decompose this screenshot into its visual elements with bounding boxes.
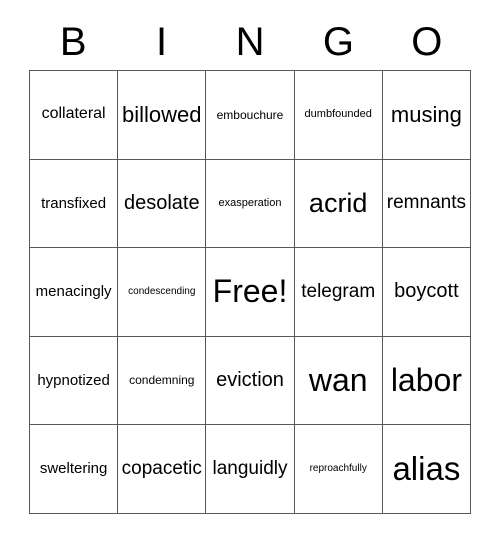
bingo-cell[interactable]: collateral bbox=[30, 71, 119, 160]
bingo-cell[interactable]: dumbfounded bbox=[294, 71, 383, 160]
bingo-header-letter-o: O bbox=[411, 20, 443, 64]
bingo-cell-label: dumbfounded bbox=[304, 108, 372, 121]
bingo-cell-label: musing bbox=[390, 102, 462, 128]
bingo-free-space-label: Free! bbox=[212, 273, 288, 310]
bingo-cell-label: condemning bbox=[129, 373, 195, 388]
bingo-cell[interactable]: condemning bbox=[118, 336, 207, 426]
bingo-cell[interactable]: embouchure bbox=[206, 71, 295, 160]
bingo-grid: collateral billowed embouchure dumbfounded m… bbox=[29, 70, 471, 514]
bingo-cell[interactable]: eviction bbox=[206, 336, 295, 426]
bingo-cell-label: condescending bbox=[128, 285, 196, 297]
bingo-cell[interactable]: remnants bbox=[382, 159, 471, 249]
bingo-cell-label: boycott bbox=[394, 280, 459, 303]
bingo-cell-label: alias bbox=[392, 449, 461, 487]
bingo-cell[interactable]: exasperation bbox=[206, 159, 295, 249]
bingo-cell[interactable]: labor bbox=[382, 336, 471, 426]
bingo-cell[interactable]: menacingly bbox=[30, 248, 119, 337]
bingo-cell[interactable]: languidly bbox=[206, 425, 295, 514]
bingo-cell[interactable]: hypnotized bbox=[30, 336, 119, 426]
bingo-cell[interactable]: transfixed bbox=[30, 159, 119, 249]
bingo-cell[interactable]: acrid bbox=[294, 159, 383, 249]
bingo-cell[interactable]: telegram bbox=[294, 248, 383, 337]
bingo-cell-label: eviction bbox=[216, 369, 284, 392]
bingo-cell[interactable]: sweltering bbox=[30, 425, 119, 514]
bingo-cell-label: remnants bbox=[386, 192, 466, 214]
bingo-cell[interactable]: boycott bbox=[382, 248, 471, 337]
bingo-header-letter-g: G bbox=[322, 20, 354, 64]
bingo-cell[interactable]: alias bbox=[382, 425, 471, 514]
bingo-card: B I N G O collateral billowed embouchure dumbfo… bbox=[0, 0, 500, 544]
bingo-cell[interactable]: musing bbox=[382, 71, 471, 160]
bingo-cell-label: copacetic bbox=[121, 458, 202, 480]
bingo-cell-label: wan bbox=[308, 361, 368, 398]
bingo-cell-label: embouchure bbox=[216, 107, 284, 122]
bingo-cell-label: hypnotized bbox=[37, 371, 110, 389]
bingo-header-letter-n: N bbox=[235, 20, 265, 64]
bingo-cell-label: languidly bbox=[212, 458, 288, 480]
bingo-cell-label: reproachfully bbox=[309, 462, 367, 474]
bingo-cell-label: billowed bbox=[122, 102, 202, 128]
bingo-header-letter-b: B bbox=[59, 20, 87, 64]
bingo-cell-label: menacingly bbox=[35, 283, 112, 301]
bingo-cell[interactable]: billowed bbox=[118, 71, 207, 160]
bingo-cell[interactable]: reproachfully bbox=[294, 425, 383, 514]
bingo-cell[interactable]: desolate bbox=[118, 159, 207, 249]
bingo-cell-label: acrid bbox=[308, 188, 368, 219]
bingo-header-letter-i: I bbox=[156, 20, 168, 64]
bingo-cell-label: desolate bbox=[123, 191, 200, 214]
bingo-cell[interactable]: copacetic bbox=[118, 425, 207, 514]
bingo-cell-label: transfixed bbox=[41, 194, 107, 212]
bingo-cell-label: exasperation bbox=[218, 196, 282, 209]
bingo-cell[interactable]: condescending bbox=[118, 248, 207, 337]
bingo-cell[interactable]: wan bbox=[294, 336, 383, 426]
bingo-cell-label: sweltering bbox=[39, 460, 108, 478]
bingo-free-space[interactable]: Free! bbox=[206, 248, 295, 337]
bingo-cell-label: telegram bbox=[301, 281, 376, 303]
bingo-cell-label: labor bbox=[390, 361, 462, 398]
bingo-header: BINGO bbox=[29, 14, 471, 70]
bingo-cell-label: collateral bbox=[41, 105, 106, 123]
